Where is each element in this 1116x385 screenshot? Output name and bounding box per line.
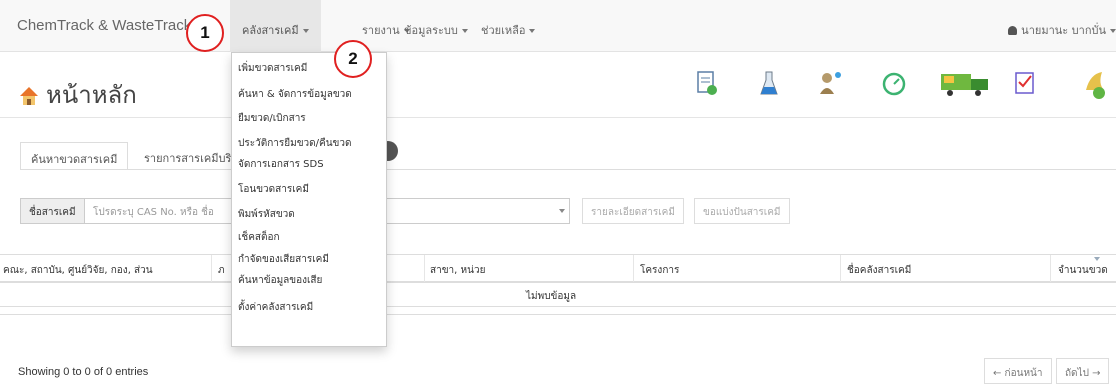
column-header-unit[interactable]: สาขา, หน่วย (430, 263, 485, 278)
user-menu[interactable]: นายมานะ บากบั่น (1008, 21, 1116, 39)
badge-icon[interactable] (1082, 70, 1108, 100)
menu-item-manage-sds[interactable]: จัดการเอกสาร SDS (232, 157, 386, 172)
menu-item-store-settings[interactable]: ตั้งค่าคลังสารเคมี (232, 300, 386, 315)
callout-marker-1: 1 (186, 14, 224, 52)
table-header: คณะ, สถาบัน, ศูนย์วิจัย, กอง, ส่วน ภ สาข… (0, 254, 1116, 283)
empty-table-message: ไม่พบข้อมูล (526, 291, 577, 302)
chevron-down-icon (529, 29, 536, 33)
menu-system-data[interactable]: ข้อมูลระบบ (404, 21, 468, 39)
menu-item-borrow-history[interactable]: ประวัติการยืมขวด/คืนขวด (232, 136, 386, 151)
callout-marker-2: 2 (334, 40, 372, 78)
column-header-store-name[interactable]: ชื่อคลังสารเคมี (847, 263, 911, 278)
tab-search-bottle[interactable]: ค้นหาขวดสารเคมี (20, 142, 129, 170)
user-name: นายมานะ บากบั่น (1021, 24, 1106, 37)
user-icon (1008, 26, 1018, 35)
request-share-button[interactable]: ขอแบ่งปันสารเคมี (694, 198, 790, 224)
menu-chemical-store-label: คลังสารเคมี (242, 24, 299, 37)
menu-item-print-code[interactable]: พิมพ์รหัสขวด (232, 207, 386, 222)
menu-system-data-label: ข้อมูลระบบ (404, 24, 458, 37)
header-divider (0, 117, 1116, 118)
next-page-button[interactable]: ถัดไป → (1056, 358, 1110, 384)
menu-item-search-waste[interactable]: ค้นหาข้อมูลของเสีย (232, 273, 386, 288)
menu-reports[interactable]: รายงาน (362, 21, 410, 39)
chemical-name-label: ชื่อสารเคมี (20, 198, 85, 224)
truck-icon[interactable] (940, 70, 990, 98)
column-header-department[interactable]: ภ (218, 263, 225, 278)
menu-reports-label: รายงาน (362, 24, 400, 37)
column-header-faculty[interactable]: คณะ, สถาบัน, ศูนย์วิจัย, กอง, ส่วน (3, 263, 153, 278)
brand-logo-text[interactable]: ChemTrack & WasteTrack (17, 17, 191, 34)
menu-help-label: ช่วยเหลือ (481, 24, 526, 37)
menu-chemical-store[interactable]: คลังสารเคมี (230, 0, 321, 52)
home-icon (20, 87, 38, 105)
menu-item-dispose-waste[interactable]: กำจัดของเสียสารเคมี (232, 252, 386, 267)
timer-icon[interactable] (882, 70, 906, 98)
page-title-text: หน้าหลัก (46, 82, 137, 109)
table-row: ไม่พบข้อมูล (0, 283, 1116, 307)
sort-icon[interactable] (1094, 257, 1100, 261)
select-caret-icon[interactable] (559, 209, 565, 213)
chevron-down-icon (461, 29, 468, 33)
tab-chemical-list[interactable]: รายการสารเคมีบริ (134, 142, 241, 170)
chemical-store-dropdown: เพิ่มขวดสารเคมี ค้นหา & จัดการข้อมูลขวด … (231, 52, 387, 347)
menu-help[interactable]: ช่วยเหลือ (481, 21, 536, 39)
menu-item-search-manage-bottle[interactable]: ค้นหา & จัดการข้อมูลขวด (232, 87, 386, 102)
column-header-bottle-count[interactable]: จำนวนขวด (1058, 263, 1108, 278)
top-navbar: ChemTrack & WasteTrack คลังสารเคมี รายงา… (0, 0, 1116, 52)
page-title: หน้าหลัก (20, 75, 137, 114)
people-icon[interactable] (818, 70, 844, 98)
checklist-icon[interactable] (1014, 70, 1036, 98)
entries-info: Showing 0 to 0 of 0 entries (18, 366, 149, 378)
menu-item-borrow-withdraw[interactable]: ยืมขวด/เบิกสาร (232, 111, 386, 126)
document-icon[interactable] (697, 70, 717, 98)
table-footer-divider (0, 314, 1116, 315)
menu-item-check-stock[interactable]: เช็คสต็อก (232, 230, 386, 245)
chevron-down-icon (302, 29, 309, 33)
column-header-project[interactable]: โครงการ (640, 263, 679, 278)
chevron-down-icon (1110, 29, 1116, 33)
chemical-detail-button[interactable]: รายละเอียดสารเคมี (582, 198, 684, 224)
flask-icon[interactable] (760, 70, 778, 98)
menu-item-transfer-bottle[interactable]: โอนขวดสารเคมี (232, 182, 386, 197)
previous-page-button[interactable]: ← ก่อนหน้า (984, 358, 1052, 384)
tabs-divider (20, 169, 1116, 170)
